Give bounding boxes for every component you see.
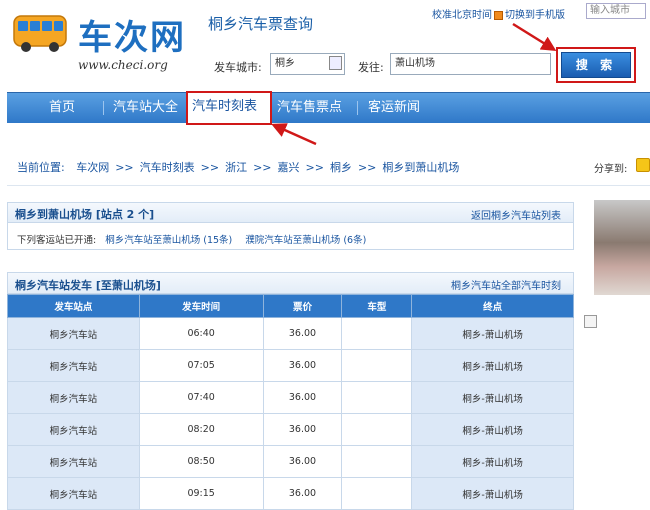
table-row: 桐乡汽车站 09:15 36.00 桐乡-萧山机场: [7, 477, 574, 510]
table-header-row: 发车站点 发车时间 票价 车型 终点: [7, 294, 574, 318]
breadcrumb-label: 当前位置:: [17, 161, 65, 174]
breadcrumb-item[interactable]: 汽车时刻表: [140, 161, 195, 174]
column-header: 发车站点: [7, 294, 140, 318]
column-header: 票价: [262, 294, 343, 318]
destination-cell[interactable]: 桐乡-萧山机场: [411, 413, 574, 446]
price-cell: 36.00: [262, 445, 343, 478]
breadcrumb-item[interactable]: 桐乡: [330, 161, 352, 174]
bus-type-cell: [341, 317, 413, 350]
breadcrumb-item[interactable]: 桐乡到萧山机场: [382, 161, 459, 174]
destination-input[interactable]: 萧山机场: [390, 53, 551, 75]
destination-cell[interactable]: 桐乡-萧山机场: [411, 445, 574, 478]
breadcrumb-item[interactable]: 嘉兴: [278, 161, 300, 174]
breadcrumb-item[interactable]: 浙江: [225, 161, 247, 174]
divider: [7, 185, 650, 186]
nav-divider: [103, 101, 104, 115]
table-row: 桐乡汽车站 07:05 36.00 桐乡-萧山机场: [7, 349, 574, 382]
price-cell: 36.00: [262, 477, 343, 510]
table-row: 桐乡汽车站 08:20 36.00 桐乡-萧山机场: [7, 413, 574, 446]
bus-type-cell: [341, 381, 413, 414]
stations-intro: 下列客运站已开通:: [17, 235, 97, 246]
logo-url: www.checi.org: [78, 58, 168, 72]
nav-stations[interactable]: 汽车站大全: [113, 93, 178, 123]
nav-ticket-points[interactable]: 汽车售票点: [277, 93, 342, 123]
destination-cell[interactable]: 桐乡-萧山机场: [411, 477, 574, 510]
station-cell[interactable]: 桐乡汽车站: [7, 381, 140, 414]
share-icon[interactable]: [636, 158, 650, 172]
bus-type-cell: [341, 477, 413, 510]
time-cell: 08:50: [138, 445, 264, 478]
time-cell: 08:20: [138, 413, 264, 446]
mobile-version-link[interactable]: 切换到手机版: [505, 10, 565, 21]
site-title: 桐乡汽车票查询: [208, 15, 314, 33]
price-cell: 36.00: [262, 349, 343, 382]
logo-text[interactable]: 车次网: [78, 10, 186, 59]
price-cell: 36.00: [262, 317, 343, 350]
table-row: 桐乡汽车站 06:40 36.00 桐乡-萧山机场: [7, 317, 574, 350]
time-cell: 09:15: [138, 477, 264, 510]
search-button[interactable]: 搜 索: [561, 52, 631, 78]
back-to-station-list-link[interactable]: 返回桐乡汽车站列表: [471, 207, 561, 222]
column-header: 终点: [411, 294, 574, 318]
nav-timetable[interactable]: 汽车时刻表: [192, 92, 257, 122]
station-route-link[interactable]: 濮院汽车站至萧山机场 (6条): [245, 235, 366, 246]
station-cell[interactable]: 桐乡汽车站: [7, 349, 140, 382]
schedule-panel-title: 桐乡汽车站发车 [至萧山机场]: [15, 279, 161, 292]
station-route-link[interactable]: 桐乡汽车站至萧山机场 (15条): [105, 235, 232, 246]
time-cell: 06:40: [138, 317, 264, 350]
from-city-label: 发车城市:: [214, 61, 262, 74]
beijing-time-link[interactable]: 校准北京时间: [432, 10, 492, 21]
clock-icon: [494, 10, 503, 20]
bus-type-cell: [341, 413, 413, 446]
arrow-to-search-icon: [512, 22, 557, 51]
destination-cell[interactable]: 桐乡-萧山机场: [411, 381, 574, 414]
nav-news[interactable]: 客运新闻: [368, 93, 420, 123]
time-cell: 07:05: [138, 349, 264, 382]
table-row: 桐乡汽车站 08:50 36.00 桐乡-萧山机场: [7, 445, 574, 478]
station-cell[interactable]: 桐乡汽车站: [7, 413, 140, 446]
stations-panel-text: 下列客运站已开通: 桐乡汽车站至萧山机场 (15条) 濮院汽车站至萧山机场 (6…: [17, 232, 366, 246]
column-header: 车型: [341, 294, 413, 318]
bus-type-cell: [341, 445, 413, 478]
bus-type-cell: [341, 349, 413, 382]
table-row: 桐乡汽车站 07:40 36.00 桐乡-萧山机场: [7, 381, 574, 414]
broken-image-icon: [584, 315, 597, 328]
city-search-input[interactable]: 输入城市: [586, 3, 646, 19]
price-cell: 36.00: [262, 381, 343, 414]
main-nav: 首页 汽车站大全 汽车售票点 客运新闻: [7, 92, 650, 123]
station-cell[interactable]: 桐乡汽车站: [7, 477, 140, 510]
ad-image[interactable]: [594, 200, 650, 295]
nav-home[interactable]: 首页: [49, 93, 75, 123]
destination-cell[interactable]: 桐乡-萧山机场: [411, 317, 574, 350]
share-label: 分享到:: [594, 164, 628, 175]
top-links: 校准北京时间 切换到手机版: [432, 6, 565, 21]
stations-panel-title: 桐乡到萧山机场 [站点 2 个]: [15, 208, 155, 221]
time-cell: 07:40: [138, 381, 264, 414]
station-cell[interactable]: 桐乡汽车站: [7, 317, 140, 350]
schedule-table: 发车站点 发车时间 票价 车型 终点 桐乡汽车站 06:40 36.00 桐乡-…: [7, 294, 574, 510]
logo-bus-icon: [13, 15, 67, 52]
column-header: 发车时间: [138, 294, 264, 318]
city-picker-icon[interactable]: [329, 56, 342, 70]
all-schedules-link[interactable]: 桐乡汽车站全部汽车时刻: [451, 277, 561, 292]
to-label: 发往:: [358, 61, 384, 74]
breadcrumb-item[interactable]: 车次网: [76, 161, 109, 174]
price-cell: 36.00: [262, 413, 343, 446]
destination-cell[interactable]: 桐乡-萧山机场: [411, 349, 574, 382]
breadcrumb: 当前位置: 车次网 >> 汽车时刻表 >> 浙江 >> 嘉兴 >> 桐乡 >> 桐乡到萧山机场: [17, 161, 460, 174]
station-cell[interactable]: 桐乡汽车站: [7, 445, 140, 478]
arrow-to-timetable-icon: [271, 123, 317, 146]
nav-divider: [357, 101, 358, 115]
